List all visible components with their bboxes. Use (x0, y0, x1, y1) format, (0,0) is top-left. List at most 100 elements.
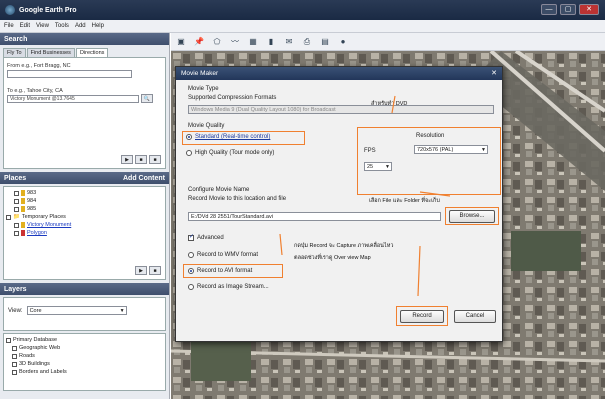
record-image-option[interactable]: Record as Image Stream... (188, 284, 269, 290)
close-button[interactable]: ✕ (579, 4, 599, 15)
menu-tools[interactable]: Tools (55, 23, 69, 29)
menu-help[interactable]: Help (92, 23, 104, 29)
victory-monument-link[interactable]: Victory Monument (27, 221, 71, 229)
checkbox[interactable] (6, 214, 11, 220)
places-header[interactable]: Places Add Content (0, 172, 169, 184)
resolution-select[interactable]: 720x576 (PAL) ▼ (414, 145, 488, 154)
layers-header[interactable]: Layers (0, 283, 169, 295)
movie-type-label: Movie Type (188, 86, 219, 92)
record-wmv-option[interactable]: Record to WMV format (188, 252, 258, 258)
record-avi-option[interactable]: Record to AVI format (188, 268, 252, 274)
dialog-close-icon[interactable]: ✕ (489, 69, 499, 78)
checkbox[interactable] (6, 337, 11, 343)
stop-tour-button[interactable]: ■ (135, 155, 147, 164)
high-quality-option[interactable]: High Quality (Tour mode only) (186, 150, 274, 156)
checkbox[interactable] (12, 361, 17, 367)
record-button[interactable]: Record (400, 310, 444, 323)
checkbox[interactable] (14, 190, 19, 196)
dialog-title: Movie Maker (181, 70, 219, 77)
fps-select[interactable]: 25 ▼ (364, 162, 392, 171)
tab-directions[interactable]: Directions (75, 48, 109, 57)
title-bar: Google Earth Pro — ▢ ✕ (0, 0, 605, 20)
tree-item-polygon[interactable]: Polygon (6, 229, 163, 237)
places-play-button[interactable]: ▶ (135, 266, 147, 275)
add-content-button[interactable]: Add Content (123, 175, 165, 182)
places-header-label: Places (4, 174, 27, 182)
sidebar-toggle-icon[interactable]: ▣ (175, 36, 187, 48)
record-image-radio[interactable] (188, 284, 194, 290)
maximize-button[interactable]: ▢ (560, 4, 576, 15)
advanced-option[interactable]: Advanced (188, 233, 224, 241)
compression-label: Supported Compression Formats (188, 95, 277, 101)
tree-item[interactable]: 983 (6, 189, 163, 197)
compression-select[interactable]: Windows Media 9 (Dual Quality Layout 108… (188, 105, 494, 114)
places-stop-button[interactable]: ■ (149, 266, 161, 275)
menu-edit[interactable]: Edit (20, 23, 30, 29)
email-icon[interactable]: ✉ (283, 36, 295, 48)
file-path-value: E:/DVd 28 2551/TourStandard.avi (191, 214, 273, 220)
annotation-dvd: สำหรับทำ DVD (371, 101, 408, 107)
view-select[interactable]: Core ▼ (26, 306, 127, 315)
menu-add[interactable]: Add (75, 23, 86, 29)
from-input[interactable] (7, 70, 132, 78)
record-wmv-radio[interactable] (188, 252, 194, 258)
file-path-input[interactable]: E:/DVd 28 2551/TourStandard.avi (188, 212, 441, 221)
record-avi-label: Record to AVI format (197, 268, 253, 274)
tab-fly-to[interactable]: Fly To (3, 48, 26, 57)
pin-icon (21, 198, 25, 204)
play-tour-button[interactable]: ▶ (121, 155, 133, 164)
from-label: From e.g., Fort Bragg, NC (7, 63, 71, 69)
tree-item[interactable]: Primary Database (6, 336, 163, 344)
tree-item-victory[interactable]: Victory Monument (6, 221, 163, 229)
checkbox[interactable] (12, 369, 17, 375)
record-avi-radio[interactable] (188, 268, 194, 274)
view-select-value: Core (29, 308, 42, 314)
annotation-record-line1: กดปุ่ม Record จะ Capture ภาพเคลื่อนไหว (294, 243, 394, 249)
sidebar: Search Fly To Find Businesses Directions… (0, 33, 170, 399)
checkbox[interactable] (14, 198, 19, 204)
tree-item-temporary-places[interactable]: 📁 Temporary Places (6, 213, 163, 221)
annotation-record-line2: ตลอดช่วงที่เราดู Over view Map (294, 255, 371, 261)
resolution-label: Resolution (416, 133, 445, 139)
placemark-icon[interactable]: 📌 (193, 36, 205, 48)
menu-file[interactable]: File (4, 23, 14, 29)
tree-item[interactable]: Borders and Labels (6, 368, 163, 376)
tree-item[interactable]: 984 (6, 197, 163, 205)
checkbox[interactable] (14, 206, 19, 212)
map-toolbar: ▣ 📌 ⬠ 〰 ▦ ▮ ✉ ⎙ ▤ ● (171, 33, 605, 51)
search-panel: From e.g., Fort Bragg, NC To e.g., Tahoe… (3, 57, 166, 169)
minimize-button[interactable]: — (541, 4, 557, 15)
polygon-link[interactable]: Polygon (27, 229, 47, 237)
polygon-icon[interactable]: ⬠ (211, 36, 223, 48)
checkbox[interactable] (14, 230, 19, 236)
search-header[interactable]: Search (0, 33, 169, 45)
tree-item-label: 983 (27, 190, 37, 196)
record-tour-icon[interactable]: ▮ (265, 36, 277, 48)
tree-item-label: 3D Buildings (19, 361, 50, 367)
checkbox[interactable] (14, 222, 19, 228)
tree-item-label: Temporary Places (21, 214, 66, 220)
image-overlay-icon[interactable]: ▦ (247, 36, 259, 48)
print-icon[interactable]: ⎙ (301, 36, 313, 48)
tree-item[interactable]: 985 (6, 205, 163, 213)
path-icon[interactable]: 〰 (229, 36, 241, 48)
checkbox[interactable] (12, 353, 17, 359)
search-go-button[interactable]: 🔍 (141, 94, 153, 103)
earth-icon[interactable]: ● (337, 36, 349, 48)
pause-tour-button[interactable]: ■ (149, 155, 161, 164)
to-input[interactable]: Victory Monument @13.7645 (7, 95, 139, 103)
menu-view[interactable]: View (36, 23, 49, 29)
tree-item[interactable]: 3D Buildings (6, 360, 163, 368)
high-quality-radio[interactable] (186, 150, 192, 156)
browse-button[interactable]: Browse... (449, 210, 495, 223)
tab-find-businesses[interactable]: Find Businesses (26, 48, 75, 57)
checkbox[interactable] (12, 345, 17, 351)
standard-option[interactable]: Standard (Real-time control) (186, 134, 270, 140)
movie-quality-label: Movie Quality (188, 123, 225, 129)
tree-item[interactable]: Geographic Web (6, 344, 163, 352)
standard-radio[interactable] (186, 134, 192, 140)
save-image-icon[interactable]: ▤ (319, 36, 331, 48)
advanced-checkbox[interactable] (188, 233, 194, 241)
tree-item[interactable]: Roads (6, 352, 163, 360)
cancel-button[interactable]: Cancel (454, 310, 496, 323)
